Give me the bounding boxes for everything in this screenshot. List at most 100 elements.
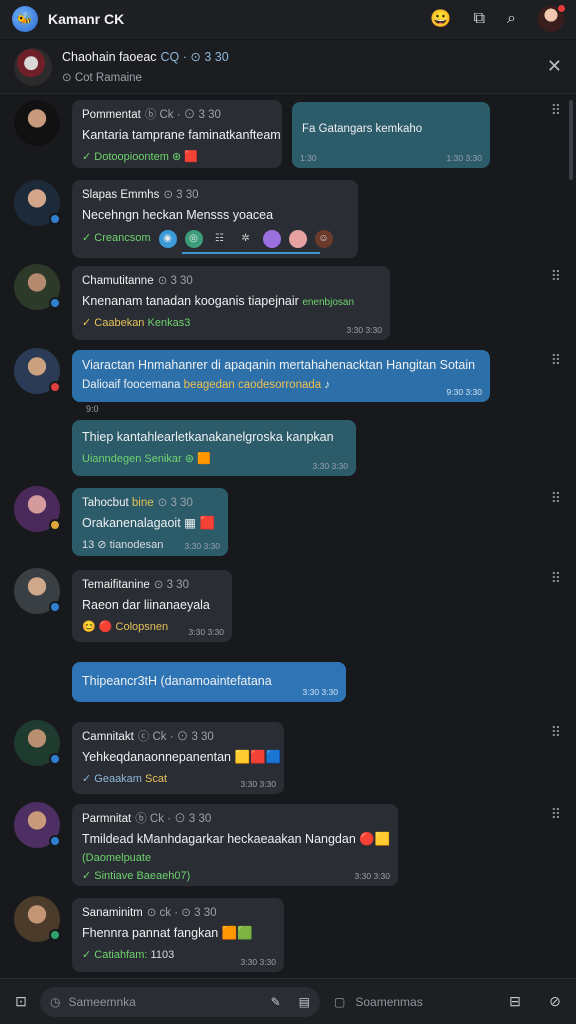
message-meta: ⊙ 3 30	[157, 275, 193, 287]
message-meta: ⊙ ck · ⊙ 3 30	[146, 907, 217, 919]
pen-icon[interactable]: ✎	[271, 995, 281, 1009]
message-timestamp: 3:30 3:30	[312, 461, 348, 472]
message-timestamp: 3:30 3:30	[240, 957, 276, 968]
emoji-icon[interactable]: 😀	[430, 9, 451, 29]
avatar[interactable]	[14, 720, 61, 766]
video-call-icon[interactable]: ⧉	[474, 10, 485, 28]
more-options-icon[interactable]: ⠿	[551, 806, 562, 823]
more-options-icon[interactable]: ⠿	[551, 102, 562, 119]
sticker-icon[interactable]: ▤	[299, 995, 310, 1009]
message-bubble[interactable]: Thipeancr3tH (danamoaintefatana 3:30 3:3…	[72, 662, 346, 702]
sender-name: Tahocbut	[82, 497, 129, 509]
message-bubble[interactable]: Fa Gatangars kemkaho 1:30 1:30 3:30	[292, 102, 490, 168]
reaction-icon[interactable]: ☺	[314, 230, 333, 248]
send-icon[interactable]: ⊘	[542, 993, 568, 1010]
avatar[interactable]	[14, 568, 61, 614]
reaction-icon[interactable]: 🔴🟨	[359, 832, 390, 846]
gif-icon[interactable]: ⊟	[502, 993, 528, 1010]
sender-name: Temaifitanine	[82, 579, 150, 591]
message-meta: ⊙ 3 30	[163, 189, 199, 201]
reaction-icon[interactable]: ☷	[211, 230, 229, 248]
chat-subtitle: ⊙ Cot Ramaine	[62, 72, 142, 84]
avatar[interactable]	[14, 264, 61, 310]
reaction-icon[interactable]	[288, 230, 307, 248]
message-status: ✓ Sintiave Baeaeh07)	[82, 869, 191, 882]
sender-name: Camnitakt	[82, 731, 134, 743]
message-link[interactable]: enenbjosan	[302, 297, 354, 308]
message-bubble[interactable]: Chamutitanne ⊙ 3 30 Knenanam tanadan koog…	[72, 266, 390, 340]
message-timestamp: 3:30 3:30	[354, 871, 390, 882]
profile-avatar[interactable]	[538, 3, 566, 32]
sender-name: Pommentat	[82, 109, 141, 121]
reaction-icon[interactable]: ⊛ 🟧	[185, 453, 211, 465]
message-text: Raeon dar liinanaeyala	[82, 598, 210, 613]
close-icon[interactable]: ✕	[547, 56, 562, 77]
sender-tag: bine	[131, 497, 154, 509]
avatar[interactable]	[14, 180, 61, 226]
message-text: Thiep kantahlearletkanakanelgroska kanpk…	[82, 430, 334, 444]
message-bubble[interactable]: Camnitakt ⓒ Ck · ⊙ 3 30 Yehkeqdanaonnepan…	[72, 722, 284, 794]
more-options-icon[interactable]: ⠿	[551, 352, 562, 369]
message-text: Necehngn heckan Mensss yoacea	[82, 208, 274, 223]
message-bubble[interactable]: Thiep kantahlearletkanakanelgroska kanpk…	[72, 420, 356, 476]
message-bubble[interactable]: Slapas Emmhs ⊙ 3 30 Necehngn heckan Menss…	[72, 180, 358, 258]
more-options-icon[interactable]: ⠿	[551, 490, 562, 507]
message-below-time: 9:0	[86, 404, 99, 414]
status-badge	[49, 929, 61, 941]
app-logo-icon[interactable]: 🐝	[12, 5, 38, 32]
avatar[interactable]	[14, 896, 61, 942]
chat-avatar[interactable]	[14, 47, 52, 86]
reaction-underline	[182, 252, 320, 254]
more-options-icon[interactable]: ⠿	[551, 724, 562, 741]
message-status: ✓ Dotoopioontem	[82, 151, 169, 163]
message-bubble[interactable]: Viaractan Hnmahanrer di apaqanin mertaha…	[72, 350, 490, 402]
reaction-icon[interactable]: 🟧🟩	[222, 926, 253, 940]
more-options-icon[interactable]: ⠿	[551, 268, 562, 285]
secondary-input[interactable]: ▢ Soamenmas	[334, 995, 423, 1009]
reaction-icon[interactable]: ▦ 🟥	[184, 516, 215, 530]
chat-ids: CQ · ⊙ 3 30	[160, 50, 229, 64]
message-bubble[interactable]: Sanaminitm ⊙ ck · ⊙ 3 30 Fhennra pannat f…	[72, 898, 284, 972]
reaction-icon[interactable]: 😊 🔴	[82, 621, 112, 633]
message-text: Tmildead kManhdagarkar heckaeaakan Nangd…	[82, 832, 356, 847]
reaction-icon[interactable]: ✲	[237, 230, 255, 248]
message-bubble[interactable]: Pommentat ⓑ Ck · ⊙ 3 30 Kantaria tamprane…	[72, 100, 282, 168]
message-text: Knenanam tanadan kooganis tiapejnair	[82, 294, 299, 309]
message-bubble[interactable]: Temaifitanine ⊙ 3 30 Raeon dar liinanaeya…	[72, 570, 232, 642]
top-app-bar: 🐝 Kamanr CK 😀 ⧉ ⌕	[0, 0, 576, 38]
reaction-icon[interactable]: ◉	[158, 230, 177, 248]
chat-header: Chaohain faoeac CQ · ⊙ 3 30 ⊙ Cot Ramaine…	[0, 40, 576, 94]
reaction-icon[interactable]	[262, 230, 281, 248]
avatar[interactable]	[14, 802, 61, 848]
status-badge	[49, 601, 61, 613]
app-title: Kamanr CK	[48, 10, 125, 27]
chat-subtitle-text: Cot Ramaine	[74, 72, 142, 84]
status-badge	[49, 297, 61, 309]
message-mention[interactable]: caodesorronada	[238, 379, 321, 391]
message-timestamp-left: 1:30	[300, 153, 317, 164]
message-input[interactable]: ◷ Sameemnka ✎ ▤	[40, 986, 320, 1017]
reaction-icon[interactable]: ⊛ 🟥	[172, 151, 198, 163]
message-mention[interactable]: beagedan	[184, 379, 235, 391]
message-text: Fa Gatangars kemkaho	[302, 123, 423, 135]
attach-icon[interactable]: ⊡	[8, 993, 34, 1010]
status-badge	[49, 213, 61, 225]
scrollbar[interactable]	[569, 100, 573, 180]
avatar[interactable]	[14, 100, 60, 146]
avatar[interactable]	[14, 486, 61, 532]
more-options-icon[interactable]: ⠿	[551, 570, 562, 587]
message-text-line2: Dalioaif foocemana	[82, 378, 181, 391]
message-bubble[interactable]: Parmnitat ⓑ Ck · ⊙ 3 30 Tmildead kManhdag…	[72, 804, 398, 886]
reaction-icon[interactable]: 🟨🟥🟦	[234, 750, 281, 764]
message-meta: ⓑ Ck · ⊙ 3 30	[135, 813, 212, 825]
message-timestamp: 3:30 3:30	[240, 779, 276, 790]
avatar[interactable]	[14, 348, 61, 394]
message-timestamp: 3:30 3:30	[346, 325, 382, 336]
message-meta: ⓑ Ck · ⊙ 3 30	[144, 109, 221, 121]
search-icon[interactable]: ⌕	[507, 10, 516, 28]
message-bubble[interactable]: Tahocbut bine ⊙ 3 30 Orakanenalagaoit ▦ 🟥…	[72, 488, 228, 556]
message-tag: Kenkas3	[147, 317, 191, 329]
reaction-icon[interactable]: ◎	[184, 230, 203, 248]
message-status: Colopsnen	[115, 621, 169, 633]
chat-name: Chaohain faoeac	[62, 50, 157, 64]
